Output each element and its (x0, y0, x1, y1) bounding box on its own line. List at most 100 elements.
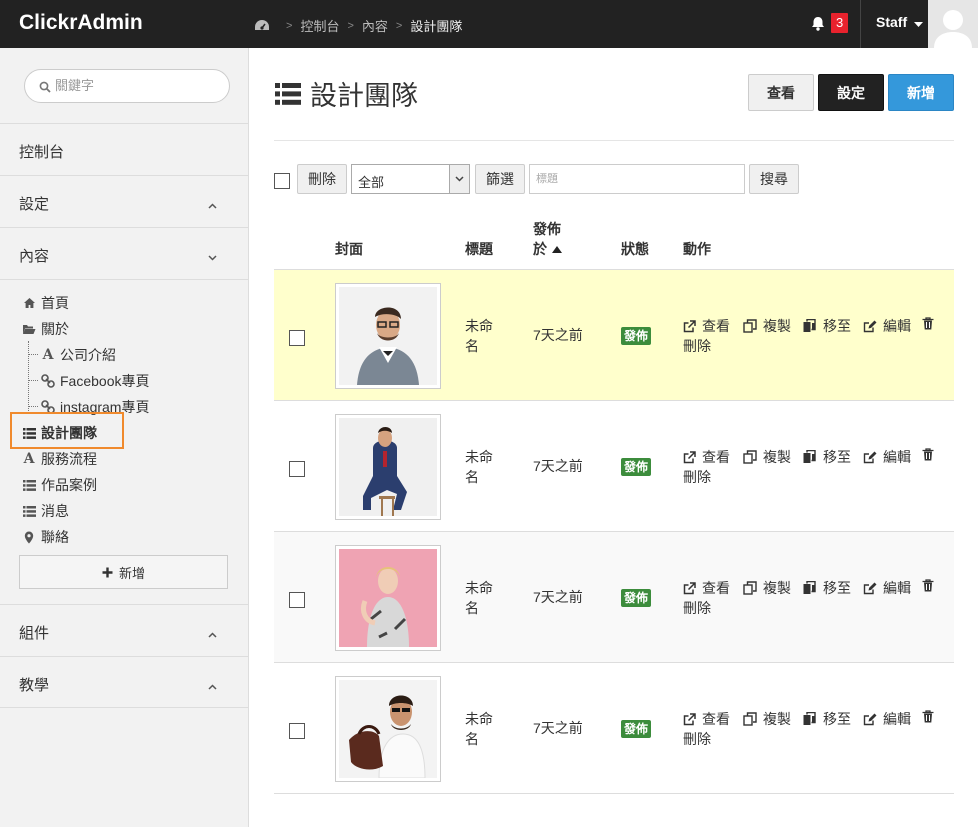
sidebar-item-company-intro[interactable]: A 公司介紹 (41, 344, 116, 366)
edit-action[interactable]: 編輯 (863, 578, 911, 598)
external-link-icon (683, 581, 699, 595)
title-line: 未命 (465, 711, 493, 727)
status-badge: 發佈 (621, 720, 652, 738)
notification-badge: 3 (831, 13, 849, 33)
sidebar-item-contact[interactable]: 聯絡 (22, 526, 69, 548)
action-label: 複製 (763, 449, 791, 465)
column-header-published[interactable]: 發佈 於 (533, 219, 562, 259)
sidebar-item-facebook[interactable]: Facebook專頁 (41, 370, 149, 392)
sidebar-item-about[interactable]: 關於 (22, 318, 69, 340)
move-action[interactable]: 移至 (803, 316, 851, 336)
page-title: 設計團隊 (274, 74, 418, 113)
row-checkbox[interactable] (289, 330, 305, 346)
sidebar-section-settings[interactable]: 設定 (0, 175, 248, 227)
sidebar-item-service-process[interactable]: A 服務流程 (22, 448, 97, 470)
sidebar-add-button[interactable]: 新增 (19, 555, 228, 589)
sidebar-section-tutorial[interactable]: 教學 (0, 656, 248, 708)
row-title[interactable]: 未命名 (465, 709, 493, 749)
column-header-status[interactable]: 狀態 (621, 239, 649, 259)
view-action[interactable]: 查看 (683, 316, 730, 336)
sidebar-item-portfolio[interactable]: 作品案例 (22, 474, 97, 496)
header-line: 發佈 (533, 221, 561, 237)
edit-icon (863, 320, 880, 333)
settings-button[interactable]: 設定 (818, 74, 884, 111)
delete-link[interactable]: 刪除 (683, 336, 711, 356)
move-action[interactable]: 移至 (803, 447, 851, 467)
divider (274, 140, 954, 141)
status-select[interactable]: 全部 (351, 164, 470, 194)
cover-thumbnail[interactable] (335, 545, 441, 651)
view-button[interactable]: 查看 (748, 74, 814, 111)
sidebar-item-news[interactable]: 消息 (22, 500, 69, 522)
view-action[interactable]: 查看 (683, 578, 730, 598)
row-title[interactable]: 未命名 (465, 316, 493, 356)
brand-logo[interactable]: ClickrAdmin (19, 11, 143, 35)
sidebar-item-home[interactable]: 首頁 (22, 292, 69, 314)
delete-selected-button[interactable]: 刪除 (297, 164, 347, 194)
status-badge: 發佈 (621, 458, 652, 476)
chevron-up-icon (208, 677, 217, 693)
copy-action[interactable]: 複製 (743, 316, 791, 336)
row-checkbox[interactable] (289, 592, 305, 608)
edit-action[interactable]: 編輯 (863, 316, 911, 336)
table-row[interactable]: 未命名 7天之前 發佈 查看 複製 移至 編輯 刪除 (274, 531, 954, 662)
cover-image (339, 680, 437, 778)
view-action[interactable]: 查看 (683, 447, 730, 467)
delete-action[interactable] (922, 317, 937, 330)
title-line: 未命 (465, 318, 493, 334)
add-button[interactable]: 新增 (888, 74, 954, 111)
search-input[interactable] (55, 78, 215, 93)
title-search-input[interactable] (536, 173, 736, 185)
table-row[interactable]: 未命名 7天之前 發佈 查看 複製 移至 編輯 刪除 (274, 269, 954, 400)
delete-link[interactable]: 刪除 (683, 729, 711, 749)
dashboard-icon[interactable] (254, 19, 270, 32)
row-checkbox[interactable] (289, 723, 305, 739)
edit-action[interactable]: 編輯 (863, 447, 911, 467)
breadcrumb-content[interactable]: 內容 (362, 16, 388, 35)
row-checkbox[interactable] (289, 461, 305, 477)
delete-link[interactable]: 刪除 (683, 467, 711, 487)
action-label: 複製 (763, 580, 791, 596)
caret-down-icon (914, 15, 924, 31)
move-action[interactable]: 移至 (803, 578, 851, 598)
cover-thumbnail[interactable] (335, 283, 441, 389)
cover-image (339, 287, 437, 385)
sidebar-section-content[interactable]: 內容 (0, 227, 248, 279)
delete-action[interactable] (922, 448, 937, 461)
sidebar-section-components[interactable]: 組件 (0, 604, 248, 656)
action-label: 複製 (763, 318, 791, 334)
breadcrumb-dashboard[interactable]: 控制台 (300, 16, 339, 35)
sidebar-item-label: Facebook專頁 (60, 373, 150, 389)
tree-guide (28, 406, 38, 407)
table-row[interactable]: 未命名 7天之前 發佈 查看 複製 移至 編輯 刪除 (274, 662, 954, 793)
copy-action[interactable]: 複製 (743, 447, 791, 467)
delete-action[interactable] (922, 710, 937, 723)
row-title[interactable]: 未命名 (465, 447, 493, 487)
move-action[interactable]: 移至 (803, 709, 851, 729)
search-button[interactable]: 搜尋 (749, 164, 799, 194)
avatar[interactable] (928, 0, 978, 48)
list-icon (274, 82, 302, 105)
row-title[interactable]: 未命名 (465, 578, 493, 618)
cover-thumbnail[interactable] (335, 676, 441, 782)
delete-link[interactable]: 刪除 (683, 598, 711, 618)
bell-icon (811, 16, 825, 34)
external-link-icon (683, 319, 699, 333)
user-menu[interactable]: Staff (876, 14, 924, 31)
edit-action[interactable]: 編輯 (863, 709, 911, 729)
table-row[interactable]: 未命名 7天之前 發佈 查看 複製 移至 編輯 刪除 (274, 400, 954, 531)
cover-thumbnail[interactable] (335, 414, 441, 520)
chevron-down-icon (449, 165, 469, 193)
select-all-checkbox[interactable] (274, 173, 290, 189)
delete-action[interactable] (922, 579, 937, 592)
sidebar-section-dashboard[interactable]: 控制台 (0, 123, 248, 175)
copy-icon (743, 450, 760, 464)
view-action[interactable]: 查看 (683, 709, 730, 729)
filter-button[interactable]: 篩選 (475, 164, 525, 194)
action-label: 編輯 (883, 318, 911, 334)
copy-action[interactable]: 複製 (743, 709, 791, 729)
column-header-title[interactable]: 標題 (465, 239, 493, 259)
sidebar-search[interactable] (24, 69, 230, 103)
copy-action[interactable]: 複製 (743, 578, 791, 598)
title-search-field[interactable] (529, 164, 745, 194)
